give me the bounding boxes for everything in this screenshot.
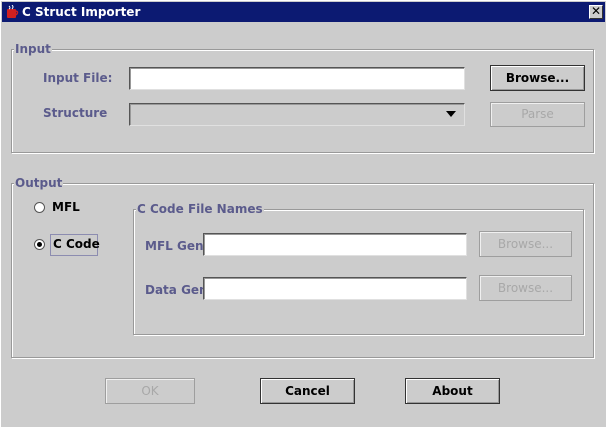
- mfl-radio[interactable]: [34, 202, 45, 213]
- input-browse-button[interactable]: Browse...: [490, 65, 585, 91]
- dialog-window: C Struct Importer ✕ Input Input File: Br…: [0, 0, 607, 428]
- ok-button[interactable]: OK: [105, 378, 195, 404]
- about-button[interactable]: About: [405, 378, 500, 404]
- cancel-button[interactable]: Cancel: [260, 378, 355, 404]
- window-title: C Struct Importer: [22, 5, 141, 19]
- output-group-title: Output: [14, 176, 64, 190]
- ccode-radio-label[interactable]: C Code: [53, 237, 100, 251]
- file-names-group-title: C Code File Names: [136, 202, 264, 216]
- structure-label: Structure: [43, 106, 108, 120]
- java-cup-icon: [7, 5, 19, 18]
- input-file-label: Input File:: [43, 71, 113, 85]
- parse-button[interactable]: Parse: [490, 102, 585, 127]
- structure-dropdown[interactable]: [129, 103, 465, 126]
- chevron-down-icon[interactable]: [446, 111, 456, 117]
- title-bar[interactable]: C Struct Importer ✕: [2, 2, 605, 22]
- close-icon: ✕: [590, 4, 602, 18]
- mfl-gen-browse-button[interactable]: Browse...: [479, 231, 572, 257]
- mfl-gen-label: MFL Gen:: [145, 239, 209, 253]
- close-button[interactable]: ✕: [589, 5, 603, 19]
- radio-selected-dot: [37, 242, 42, 247]
- mfl-gen-field[interactable]: [203, 233, 467, 256]
- ccode-radio[interactable]: [34, 239, 45, 250]
- input-file-field[interactable]: [129, 67, 465, 90]
- data-gen-browse-button[interactable]: Browse...: [479, 275, 572, 301]
- input-group-title: Input: [14, 42, 52, 56]
- data-gen-field[interactable]: [203, 277, 467, 300]
- file-names-group: C Code File Names: [133, 202, 584, 335]
- mfl-radio-label[interactable]: MFL: [52, 200, 80, 214]
